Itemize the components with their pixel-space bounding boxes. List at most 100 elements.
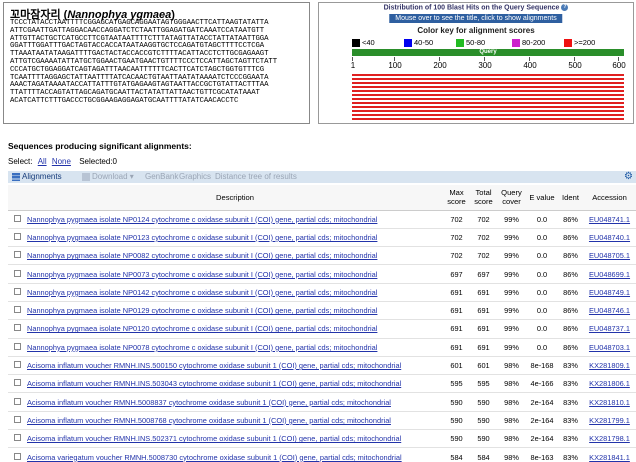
table-row[interactable]: Acisoma inflatum voucher RMNH.INS.500150… [8,356,636,376]
e-value: 2e-164 [526,429,558,449]
table-row[interactable]: Nannophya pygmaea isolate NP0142 cytochr… [8,283,636,302]
row-checkbox[interactable] [14,251,21,259]
distance-tree-link[interactable]: Distance tree of results [215,171,297,183]
row-checkbox[interactable] [14,342,21,350]
accession-link[interactable]: EU048699.1 [589,270,630,279]
accession: EU048699.1 [583,264,636,284]
e-value: 4e-166 [526,374,558,394]
description-link[interactable]: Acisoma inflatum voucher RMNH.5008837 cy… [27,398,391,407]
help-icon[interactable]: ? [561,4,569,11]
e-value: 0.0 [526,301,558,321]
table-row[interactable]: Nannophya pygmaea isolate NP0129 cytochr… [8,301,636,321]
row-checkbox[interactable] [14,232,21,240]
description-link[interactable]: Acisoma variegatum voucher RMNH.5008730 … [27,453,402,462]
table-row[interactable]: Nannophya pygmaea isolate NP0120 cytochr… [8,319,636,339]
description-link[interactable]: Acisoma inflatum voucher RMNH.INS.502371… [27,434,401,443]
hit-bar[interactable] [352,114,624,116]
accession: KX281806.1 [583,374,636,394]
gear-icon[interactable]: ⚙ [624,171,633,183]
table-row[interactable]: Nannophya pygmaea isolate NP0078 cytochr… [8,338,636,357]
table-row[interactable]: Acisoma inflatum voucher RMNH.5008768 cy… [8,411,636,431]
max-score-header[interactable]: Max score [443,185,470,211]
hit-bar[interactable] [352,118,624,120]
accession-link[interactable]: KX281799.1 [589,416,630,425]
accession-link[interactable]: EU048746.1 [589,306,630,315]
table-row[interactable]: Nannophya pygmaea isolate NP0073 cytochr… [8,264,636,284]
description-link[interactable]: Nannophya pygmaea isolate NP0082 cytochr… [27,251,377,260]
hit-bar[interactable] [352,98,624,100]
query-cover: 98% [497,429,526,449]
query-sequence-panel: 꼬마잠자리 (Nannophya ygmaea) TCCCTATACCTAATT… [3,2,310,124]
hit-bar[interactable] [352,94,624,96]
ident-header[interactable]: Ident [558,185,583,211]
description-link[interactable]: Nannophya pygmaea isolate NP0124 cytochr… [27,215,377,224]
row-checkbox[interactable] [14,361,21,369]
table-row[interactable]: Acisoma inflatum voucher RMNH.INS.502371… [8,429,636,449]
table-row[interactable]: Nannophya pygmaea isolate NP0123 cytochr… [8,228,636,248]
e-value-header[interactable]: E value [526,185,558,211]
table-row[interactable]: Nannophya pygmaea isolate NP0082 cytochr… [8,246,636,266]
accession-link[interactable]: EU048737.1 [589,324,630,333]
results-toolbar: Alignments Download ▾ GenBank Graphics D… [8,171,636,183]
description-link[interactable]: Nannophya pygmaea isolate NP0123 cytochr… [27,233,377,242]
download-button[interactable]: Download ▾ [82,171,134,183]
row-checkbox[interactable] [14,379,21,387]
table-row[interactable]: Acisoma inflatum voucher RMNH.5008837 cy… [8,392,636,412]
ruler-tick-label: 1 [350,61,356,70]
description-link[interactable]: Acisoma inflatum voucher RMNH.INS.503043… [27,379,401,388]
description-link[interactable]: Acisoma inflatum voucher RMNH.INS.500150… [27,361,401,370]
ident: 86% [558,246,583,266]
hit-bars[interactable] [352,74,624,122]
accession-link[interactable]: KX281809.1 [589,361,630,370]
accession-link[interactable]: EU048741.1 [589,215,630,224]
color-key-label: >=200 [574,38,596,47]
table-row[interactable]: Nannophya pygmaea isolate NP0124 cytochr… [8,210,636,229]
description-link[interactable]: Nannophya pygmaea isolate NP0073 cytochr… [27,270,377,279]
description-link[interactable]: Nannophya pygmaea isolate NP0120 cytochr… [27,324,377,333]
graphics-link[interactable]: Graphics [179,171,211,183]
row-checkbox[interactable] [14,452,21,460]
accession-header[interactable]: Accession [583,185,636,211]
accession-link[interactable]: KX281798.1 [589,434,630,443]
row-checkbox[interactable] [14,306,21,314]
ident: 83% [558,447,583,462]
hit-bar[interactable] [352,86,624,88]
table-row[interactable]: Acisoma inflatum voucher RMNH.INS.503043… [8,374,636,394]
row-checkbox[interactable] [14,324,21,332]
hit-bar[interactable] [352,110,624,112]
hit-bar[interactable] [352,78,624,80]
description-link[interactable]: Acisoma inflatum voucher RMNH.5008768 cy… [27,416,391,425]
hit-bar[interactable] [352,74,624,76]
accession-link[interactable]: EU048749.1 [589,288,630,297]
hit-bar[interactable] [352,82,624,84]
hit-bar[interactable] [352,90,624,92]
hit-bar[interactable] [352,106,624,108]
description-link[interactable]: Nannophya pygmaea isolate NP0129 cytochr… [27,306,377,315]
accession-link[interactable]: EU048705.1 [589,251,630,260]
total-score-header[interactable]: Total score [470,185,497,211]
row-checkbox[interactable] [14,287,21,295]
accession-link[interactable]: EU048740.1 [589,233,630,242]
description-link[interactable]: Nannophya pygmaea isolate NP0142 cytochr… [27,288,377,297]
row-checkbox[interactable] [14,269,21,277]
blast-results-page: 꼬마잠자리 (Nannophya ygmaea) TCCCTATACCTAATT… [0,0,636,462]
row-select-cell [8,447,27,462]
accession-link[interactable]: EU048703.1 [589,343,630,352]
select-all-link[interactable]: All [38,157,47,166]
select-none-link[interactable]: None [52,157,71,166]
accession-link[interactable]: KX281841.1 [589,453,630,462]
table-row[interactable]: Acisoma variegatum voucher RMNH.5008730 … [8,447,636,462]
row-checkbox[interactable] [14,397,21,405]
accession-link[interactable]: KX281806.1 [589,379,630,388]
genbank-link[interactable]: GenBank [145,171,178,183]
query-ruler: 1 100 200 300 400 500 600 [350,57,626,73]
row-checkbox[interactable] [14,415,21,423]
query-cover-header[interactable]: Query cover [497,185,526,211]
row-checkbox[interactable] [14,214,21,222]
hit-bar[interactable] [352,102,624,104]
description-header[interactable]: Description [27,185,443,211]
alignments-tab[interactable]: Alignments [12,171,62,183]
row-checkbox[interactable] [14,434,21,442]
description-link[interactable]: Nannophya pygmaea isolate NP0078 cytochr… [27,343,377,352]
accession-link[interactable]: KX281810.1 [589,398,630,407]
